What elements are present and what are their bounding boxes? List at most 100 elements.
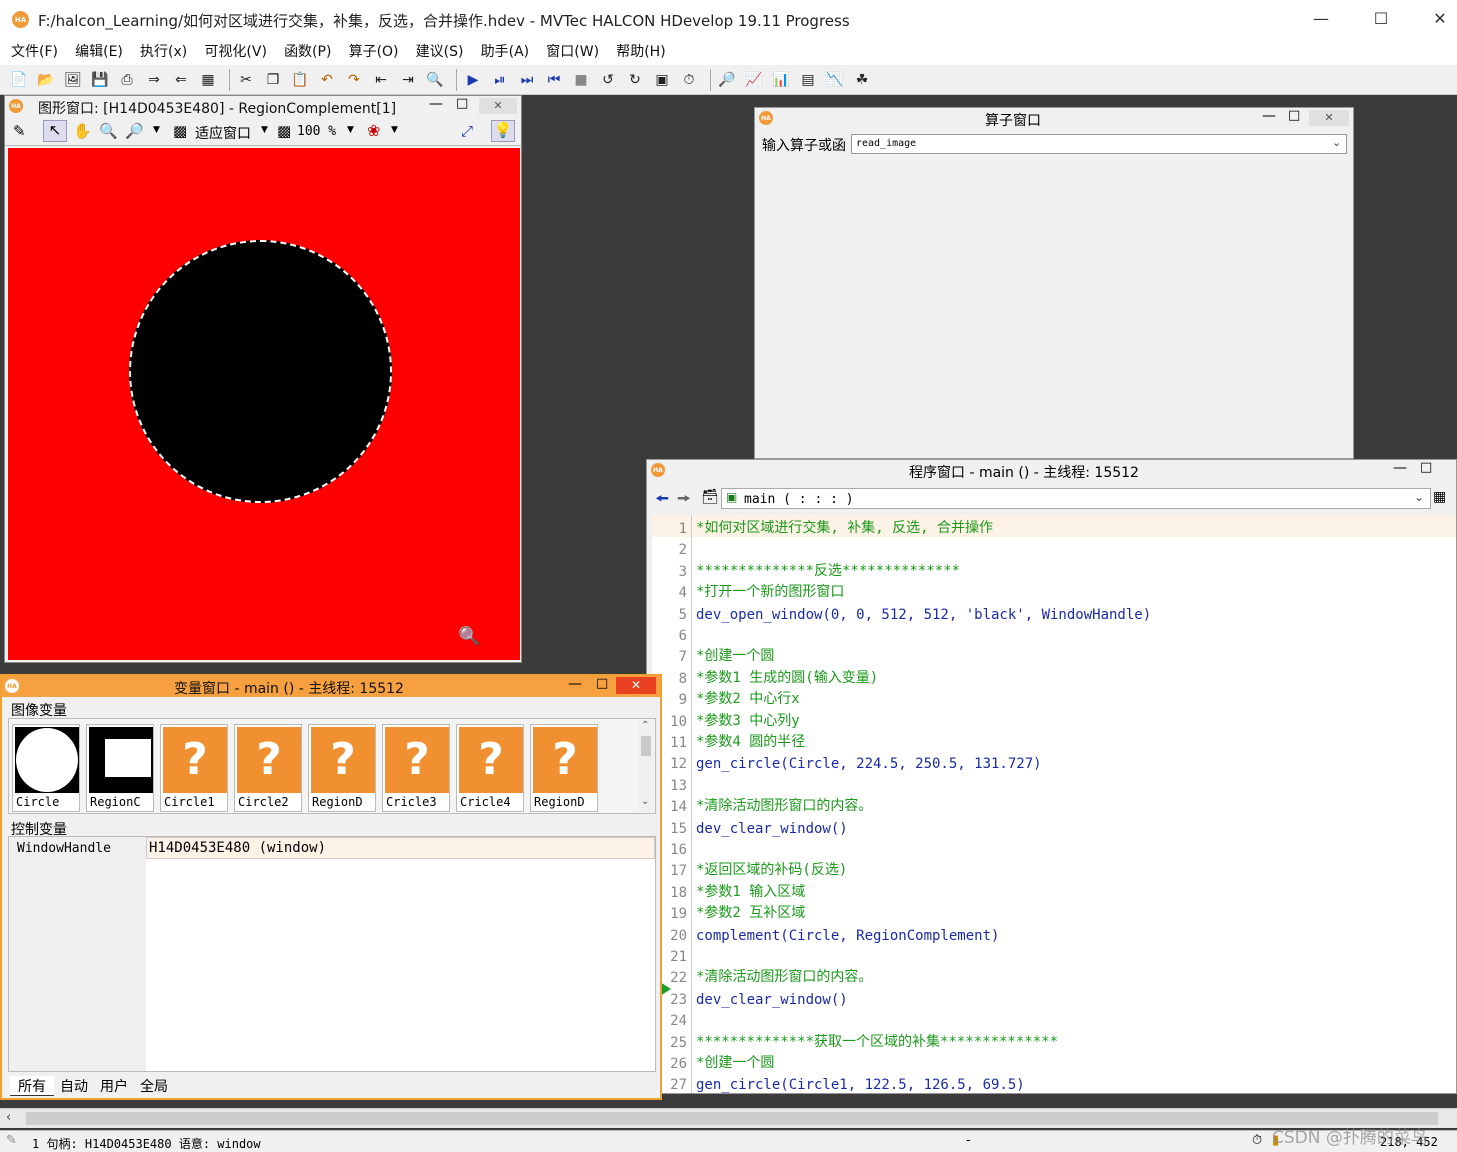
code-line[interactable]: 15 dev_clear_window() xyxy=(652,814,1456,837)
menu-suggestions[interactable]: 建议(S) xyxy=(416,40,464,65)
open-image-icon[interactable]: 🖼 xyxy=(62,69,84,91)
chevron-down-icon[interactable]: ⌄ xyxy=(641,796,649,807)
minimize-icon[interactable]: — xyxy=(429,96,443,112)
menu-execute[interactable]: 执行(x) xyxy=(140,40,187,65)
save-icon[interactable]: 💾 xyxy=(89,69,111,91)
horizontal-scrollbar[interactable]: ‹ xyxy=(0,1108,1457,1128)
line-profile-icon[interactable]: 📈 xyxy=(743,69,765,91)
maximize-icon[interactable]: ☐ xyxy=(1361,6,1401,32)
redo-icon[interactable]: ↷ xyxy=(343,69,365,91)
zoom-plus-icon[interactable]: 🔎 xyxy=(125,122,144,140)
image-var-thumbnail[interactable]: ? RegionD xyxy=(530,724,598,812)
arrow-right-icon[interactable]: 🠚 xyxy=(677,488,691,515)
feature-histogram-icon[interactable]: ▤ xyxy=(797,69,819,91)
paint-icon[interactable]: ❀ xyxy=(367,121,380,140)
menu-assistants[interactable]: 助手(A) xyxy=(481,40,530,65)
image-var-thumbnail[interactable]: ? Cricle4 xyxy=(456,724,524,812)
operator-input[interactable]: read_image ⌄ xyxy=(851,134,1347,154)
cut-icon[interactable]: ✂ xyxy=(235,69,257,91)
code-line[interactable]: 16 xyxy=(652,836,1456,858)
chevron-down-icon[interactable]: ⌄ xyxy=(1332,136,1341,149)
library-icon[interactable]: ▦ xyxy=(197,69,219,91)
maximize-icon[interactable]: □ xyxy=(1420,460,1432,475)
procedure-icon[interactable]: 🗃 xyxy=(701,489,719,505)
code-line[interactable]: 11 *参数4 圆的半径 xyxy=(652,729,1456,751)
code-line[interactable]: 8 *参数1 生成的圆(输入变量) xyxy=(652,664,1456,687)
image-var-thumbnail[interactable]: ? RegionD xyxy=(308,724,376,812)
fit-window-label[interactable]: 适应窗口 xyxy=(195,123,251,143)
open-file-icon[interactable]: 📂 xyxy=(35,69,57,91)
zoom-level-icon[interactable]: ▩ xyxy=(277,122,291,140)
tab-global[interactable]: 全局 xyxy=(134,1076,174,1096)
code-editor[interactable]: 1 *如何对区域进行交集, 补集, 反选, 合并操作 2 3 *************… xyxy=(652,515,1456,1093)
paste-icon[interactable]: 📋 xyxy=(289,69,311,91)
image-vars-scrollbar[interactable]: ⌃ ⌄ xyxy=(638,720,654,812)
code-line[interactable]: 18 *参数1 输入区域 xyxy=(652,878,1456,901)
menu-visualize[interactable]: 可视化(V) xyxy=(204,40,267,65)
step-over-icon[interactable]: ⏯ xyxy=(489,69,511,91)
reset-image-icon[interactable]: ▣ xyxy=(651,69,673,91)
hand-icon[interactable]: ✋ xyxy=(73,122,92,140)
code-line[interactable]: 9 *参数2 中心行x xyxy=(652,686,1456,709)
procedure-select[interactable]: ▣ main ( : : : ) ⌄ xyxy=(721,488,1431,509)
zoom-window-icon[interactable]: 🔎 xyxy=(716,69,738,91)
ocr-icon[interactable]: ☘ xyxy=(851,69,873,91)
menu-procedures[interactable]: 函数(P) xyxy=(284,40,331,65)
close-icon[interactable]: ✕ xyxy=(1420,6,1457,32)
undo-icon[interactable]: ↶ xyxy=(316,69,338,91)
maximize-icon[interactable]: □ xyxy=(596,676,608,691)
bulb-icon[interactable]: 💡 xyxy=(491,120,515,142)
stop-icon[interactable]: ■ xyxy=(570,69,592,91)
zoom-icon[interactable]: 🔍 xyxy=(99,122,118,140)
image-var-thumbnail[interactable]: RegionC xyxy=(86,724,154,812)
chevron-down-icon[interactable]: ▼ xyxy=(347,125,354,135)
tab-all[interactable]: 所有 xyxy=(10,1076,54,1096)
zoom-level-label[interactable]: 100 % xyxy=(297,124,336,139)
outdent-icon[interactable]: ⇥ xyxy=(397,69,419,91)
indent-icon[interactable]: ⇤ xyxy=(370,69,392,91)
code-line[interactable]: 1 *如何对区域进行交集, 补集, 反选, 合并操作 xyxy=(652,515,1456,537)
close-icon[interactable]: ✕ xyxy=(616,677,656,694)
chevron-down-icon[interactable]: ▼ xyxy=(261,125,268,135)
menu-help[interactable]: 帮助(H) xyxy=(616,40,665,65)
chevron-left-icon[interactable]: ‹ xyxy=(6,1110,11,1125)
step-into-icon[interactable]: ⏭ xyxy=(516,69,538,91)
code-line[interactable]: 13 xyxy=(652,771,1456,794)
print-icon[interactable]: ⎙ xyxy=(116,69,138,91)
copy-icon[interactable]: ❐ xyxy=(262,69,284,91)
menu-window[interactable]: 窗口(W) xyxy=(546,40,599,65)
new-file-icon[interactable]: 📄 xyxy=(8,69,30,91)
arrow-left-icon[interactable]: 🠘 xyxy=(655,488,669,515)
maximize-icon[interactable]: □ xyxy=(456,96,468,111)
chevron-down-icon[interactable]: ▼ xyxy=(153,125,160,135)
code-line[interactable]: 6 xyxy=(652,622,1456,644)
minimize-icon[interactable]: — xyxy=(1262,108,1276,124)
code-line[interactable]: 14 *清除活动图形窗口的内容。 xyxy=(652,793,1456,816)
chevron-down-icon[interactable]: ⌄ xyxy=(1414,490,1424,504)
code-line[interactable]: 4 *打开一个新的图形窗口 xyxy=(652,579,1456,602)
code-line[interactable]: 27 gen_circle(Circle1, 122.5, 126.5, 69.5… xyxy=(652,1071,1456,1093)
tab-user[interactable]: 用户 xyxy=(94,1076,134,1096)
minimize-icon[interactable]: — xyxy=(568,676,582,692)
code-line[interactable]: 20 complement(Circle, RegionComplement) xyxy=(652,921,1456,944)
close-icon[interactable]: ✕ xyxy=(479,98,517,114)
image-var-thumbnail[interactable]: ? Cricle3 xyxy=(382,724,450,812)
control-var-name[interactable]: WindowHandle xyxy=(17,841,111,856)
pointer-icon[interactable]: ↖ xyxy=(43,120,67,142)
step-out-icon[interactable]: ⏮ xyxy=(543,69,565,91)
scrollbar-thumb[interactable] xyxy=(26,1112,1438,1125)
code-line[interactable]: 10 *参数3 中心列y xyxy=(652,707,1456,730)
reset-icon[interactable]: ↺ xyxy=(597,69,619,91)
code-line[interactable]: 26 *创建一个圆 xyxy=(652,1050,1456,1072)
maximize-icon[interactable]: □ xyxy=(1288,108,1300,123)
control-var-value-cell[interactable]: H14D0453E480 (window) xyxy=(146,837,655,859)
calendar-icon[interactable]: ▦ xyxy=(1433,489,1446,505)
code-line[interactable]: 25 **************获取一个区域的补集************** xyxy=(652,1028,1456,1051)
image-canvas[interactable]: 🔍 xyxy=(8,148,520,660)
menu-edit[interactable]: 编辑(E) xyxy=(75,40,123,65)
chevron-down-icon[interactable]: ▼ xyxy=(391,125,398,135)
code-line[interactable]: 17 *返回区域的补码(反选) xyxy=(652,857,1456,880)
image-var-thumbnail[interactable]: Circle xyxy=(12,724,80,812)
profiler-icon[interactable]: ⏱ xyxy=(678,69,700,91)
code-line[interactable]: 2 xyxy=(652,536,1456,559)
